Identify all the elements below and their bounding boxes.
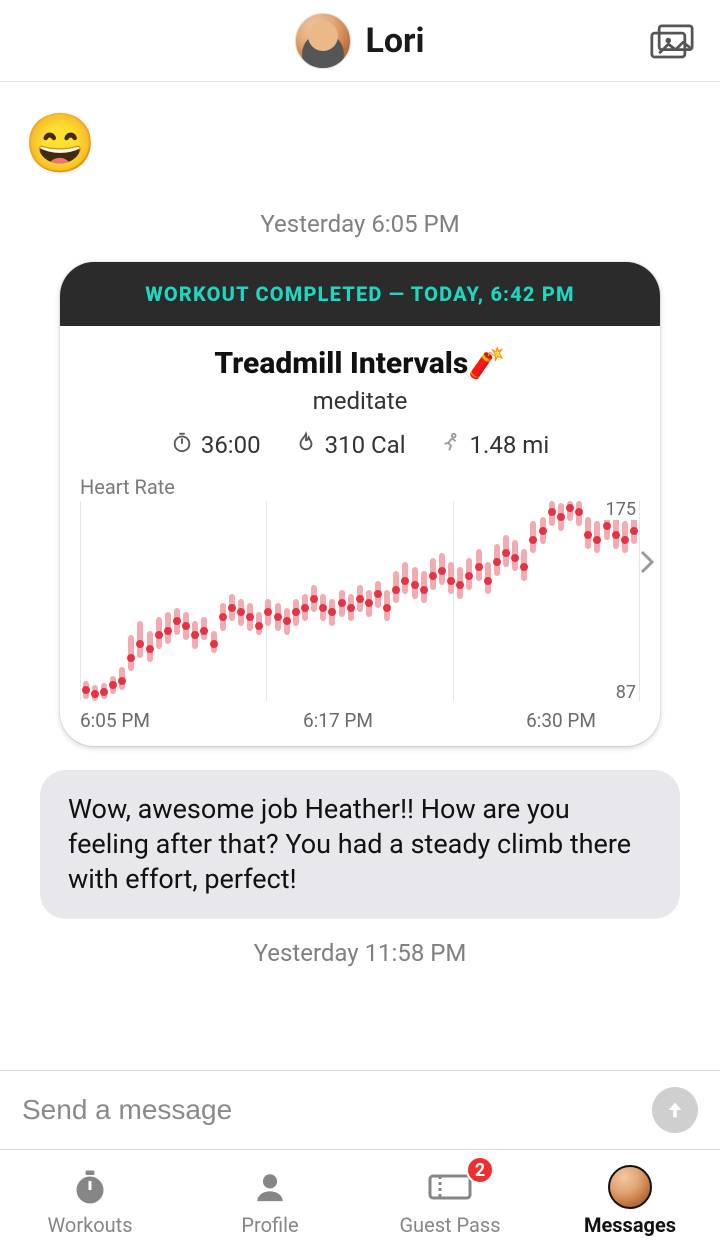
chat-title-wrap[interactable]: Lori <box>295 13 424 69</box>
tab-profile[interactable]: Profile <box>180 1150 360 1253</box>
distance-value: 1.48 mi <box>470 431 550 459</box>
tab-label: Guest Pass <box>399 1213 500 1237</box>
stopwatch-icon <box>171 431 193 459</box>
tab-guest-pass[interactable]: 2 Guest Pass <box>360 1150 540 1253</box>
message-emoji: 😄 <box>24 110 700 178</box>
timestamp: Yesterday 11:58 PM <box>20 939 700 967</box>
send-button[interactable] <box>652 1087 698 1133</box>
composer <box>0 1070 720 1149</box>
workout-card-body: Treadmill Intervals🧨 meditate 36:00 310 … <box>60 326 660 746</box>
tab-label: Workouts <box>47 1213 132 1237</box>
tab-label: Profile <box>241 1213 298 1237</box>
x-label: 6:05 PM <box>80 709 150 732</box>
messages-area[interactable]: 😄 Yesterday 6:05 PM WORKOUT COMPLETED — … <box>0 82 720 1070</box>
tab-bar: Workouts Profile 2 Guest Pass Messages <box>0 1149 720 1253</box>
stopwatch-icon <box>72 1167 108 1207</box>
duration-value: 36:00 <box>201 431 261 459</box>
x-label: 6:17 PM <box>303 709 373 732</box>
x-axis-labels: 6:05 PM 6:17 PM 6:30 PM <box>80 709 640 732</box>
chart-bars <box>80 501 640 701</box>
y-axis-max: 175 <box>604 499 638 520</box>
person-icon <box>253 1167 287 1207</box>
tab-messages[interactable]: Messages <box>540 1150 720 1253</box>
calories-value: 310 Cal <box>325 431 406 459</box>
chevron-right-icon[interactable] <box>638 548 656 583</box>
tab-workouts[interactable]: Workouts <box>0 1150 180 1253</box>
message-bubble: Wow, awesome job Heather!! How are you f… <box>40 770 680 919</box>
workout-title: Treadmill Intervals🧨 <box>80 346 640 381</box>
chat-header: Lori <box>0 0 720 82</box>
y-axis-min: 87 <box>614 682 638 703</box>
timestamp: Yesterday 6:05 PM <box>20 210 700 238</box>
chat-name: Lori <box>365 21 424 61</box>
stat-duration: 36:00 <box>171 431 261 459</box>
workout-card[interactable]: WORKOUT COMPLETED — TODAY, 6:42 PM Tread… <box>60 262 660 746</box>
heart-rate-label: Heart Rate <box>80 475 640 499</box>
avatar[interactable] <box>295 13 351 69</box>
workout-card-header: WORKOUT COMPLETED — TODAY, 6:42 PM <box>60 262 660 326</box>
avatar-icon <box>608 1167 652 1207</box>
workout-subtitle: meditate <box>80 387 640 415</box>
stat-calories: 310 Cal <box>295 431 406 459</box>
runner-icon <box>440 431 462 459</box>
x-label: 6:30 PM <box>526 709 596 732</box>
message-input[interactable] <box>22 1094 636 1126</box>
tab-label: Messages <box>584 1213 676 1237</box>
heart-rate-chart: 175 87 <box>80 501 640 701</box>
stat-distance: 1.48 mi <box>440 431 550 459</box>
gallery-icon[interactable] <box>650 24 694 60</box>
notification-badge: 2 <box>466 1156 494 1184</box>
workout-stats: 36:00 310 Cal 1.48 mi <box>80 431 640 459</box>
flame-icon <box>295 431 317 459</box>
